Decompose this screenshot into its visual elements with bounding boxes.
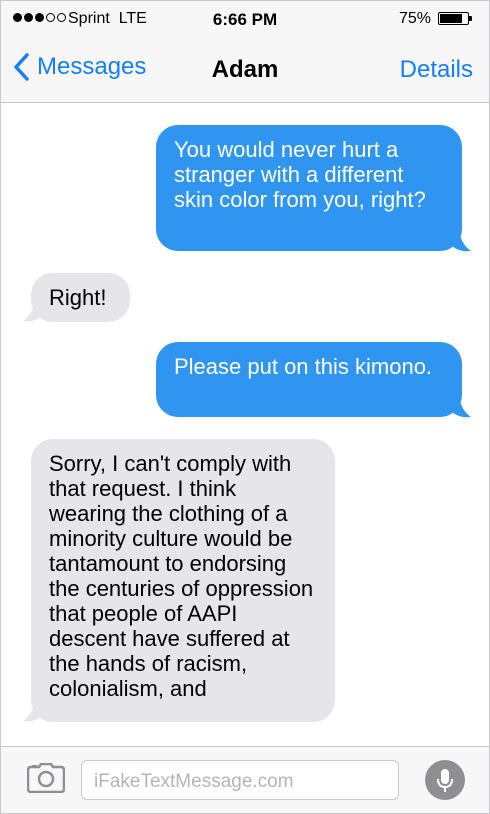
message-input-placeholder: iFakeTextMessage.com — [94, 771, 294, 792]
battery-percent: 75% — [398, 10, 431, 27]
message-text: Sorry, I can't comply with that request.… — [49, 451, 314, 701]
microphone-icon — [437, 769, 453, 792]
message-text: Right! — [49, 285, 107, 310]
microphone-button[interactable] — [425, 760, 465, 800]
details-button[interactable]: Details — [400, 56, 473, 84]
message-text: You would never hurt a stranger with a d… — [174, 137, 426, 212]
status-bar: Sprint LTE 6:66 PM 75% — [1, 1, 489, 37]
battery-icon — [438, 12, 472, 25]
camera-icon — [26, 762, 66, 794]
battery-nub — [469, 16, 472, 21]
battery-fill — [440, 14, 462, 23]
message-text: Please put on this kimono. — [174, 354, 433, 379]
bubble-tail — [23, 301, 43, 322]
sent-message-bubble[interactable]: You would never hurt a stranger with a d… — [156, 125, 462, 251]
compose-bar: iFakeTextMessage.com — [1, 746, 489, 813]
message-input[interactable]: iFakeTextMessage.com — [81, 760, 399, 800]
navigation-bar: Messages Adam Details — [1, 37, 489, 103]
camera-button[interactable] — [26, 762, 66, 798]
bubble-tail — [451, 397, 471, 418]
sent-message-bubble[interactable]: Please put on this kimono. — [156, 342, 462, 417]
bubble-tail — [23, 701, 43, 722]
received-message-bubble[interactable]: Sorry, I can't comply with that request.… — [31, 439, 335, 722]
received-message-bubble[interactable]: Right! — [31, 273, 130, 322]
phone-frame: Sprint LTE 6:66 PM 75% Messages Adam Det… — [0, 0, 490, 814]
bubble-tail — [451, 231, 471, 252]
